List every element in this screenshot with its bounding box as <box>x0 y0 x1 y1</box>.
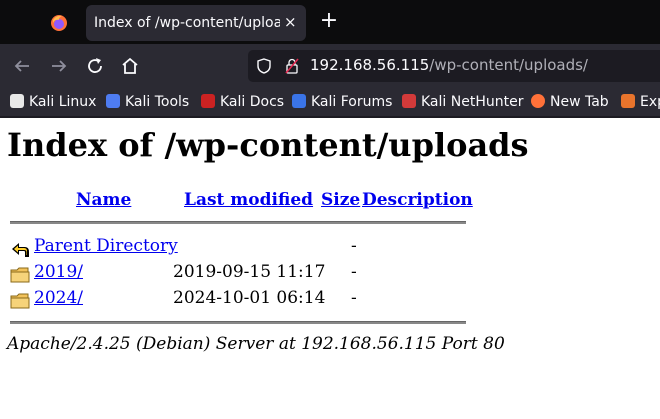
bookmark-new-tab[interactable]: New Tab <box>531 92 609 112</box>
bookmark-label: Kali NetHunter <box>421 94 524 110</box>
reload-icon[interactable] <box>83 54 107 78</box>
header-divider <box>10 221 466 224</box>
tab-strip: Index of /wp-content/uploads/ × + <box>0 0 660 44</box>
bookmark-kali-linux[interactable]: Kali Linux <box>10 92 96 112</box>
row-size: - <box>351 288 357 308</box>
browser-chrome: Index of /wp-content/uploads/ × + <box>0 0 660 118</box>
new-tab-button[interactable]: + <box>318 10 340 32</box>
folder-icon <box>10 293 30 309</box>
back-arrow-icon <box>12 243 29 257</box>
bookmark-label: Exp <box>640 94 660 110</box>
server-signature: Apache/2.4.25 (Debian) Server at 192.168… <box>7 334 505 354</box>
row-last-modified: 2024-10-01 06:14 <box>173 288 326 308</box>
tracking-protection-shield-icon[interactable] <box>256 58 272 74</box>
row-size: - <box>351 262 357 282</box>
tab-title: Index of /wp-content/uploads/ <box>94 15 280 31</box>
firefox-icon[interactable] <box>50 14 68 32</box>
row-name-link[interactable]: Parent Directory <box>34 236 178 256</box>
row-name-link[interactable]: 2019/ <box>34 262 83 282</box>
kali-dragon-icon <box>10 94 24 108</box>
url-bar[interactable]: 192.168.56.115/wp-content/uploads/ <box>248 50 660 82</box>
bookmark-label: Kali Tools <box>125 94 190 110</box>
url-path: /wp-content/uploads/ <box>429 56 588 74</box>
bookmarks-toolbar: Kali Linux Kali Tools Kali Docs Kali For… <box>0 88 660 116</box>
row-name-link[interactable]: 2024/ <box>34 288 83 308</box>
table-row: 2024/ 2024-10-01 06:14 - <box>0 287 660 311</box>
column-header-description[interactable]: Description <box>362 190 473 210</box>
url-host: 192.168.56.115 <box>310 56 430 74</box>
column-header-last-modified[interactable]: Last modified <box>184 190 313 210</box>
footer-divider <box>10 321 466 324</box>
column-header-size[interactable]: Size <box>321 190 360 210</box>
bookmark-label: Kali Forums <box>311 94 393 110</box>
row-last-modified: 2019-09-15 11:17 <box>173 262 326 282</box>
column-header-name[interactable]: Name <box>76 190 131 210</box>
page-title: Index of /wp-content/uploads <box>7 126 529 164</box>
kali-docs-icon <box>201 94 215 108</box>
folder-icon <box>10 267 30 283</box>
exploit-db-icon <box>621 94 635 108</box>
tab-close-button[interactable]: × <box>284 13 297 31</box>
row-size: - <box>351 236 357 256</box>
navigation-toolbar: 192.168.56.115/wp-content/uploads/ <box>0 44 660 88</box>
back-arrow-icon[interactable] <box>10 54 34 78</box>
url-text[interactable]: 192.168.56.115/wp-content/uploads/ <box>310 56 588 74</box>
bookmark-kali-docs[interactable]: Kali Docs <box>201 92 284 112</box>
bookmark-kali-nethunter[interactable]: Kali NetHunter <box>402 92 523 112</box>
kali-tools-icon <box>106 94 120 108</box>
table-row: Parent Directory - <box>0 235 660 259</box>
home-icon[interactable] <box>118 54 142 78</box>
nethunter-icon <box>402 94 416 108</box>
page-content: Index of /wp-content/uploads Name Last m… <box>0 118 660 419</box>
firefox-icon <box>531 94 545 108</box>
bookmark-kali-tools[interactable]: Kali Tools <box>106 92 189 112</box>
bookmark-exploit-db[interactable]: Exp <box>621 92 660 112</box>
table-row: 2019/ 2019-09-15 11:17 - <box>0 261 660 285</box>
tab-active[interactable]: Index of /wp-content/uploads/ × <box>86 5 306 41</box>
insecure-lock-icon[interactable] <box>284 58 300 74</box>
forward-arrow-icon[interactable] <box>47 54 71 78</box>
bookmark-label: Kali Docs <box>220 94 285 110</box>
bookmark-kali-forums[interactable]: Kali Forums <box>292 92 392 112</box>
bookmark-label: New Tab <box>550 94 609 110</box>
bookmark-label: Kali Linux <box>29 94 97 110</box>
kali-forums-icon <box>292 94 306 108</box>
